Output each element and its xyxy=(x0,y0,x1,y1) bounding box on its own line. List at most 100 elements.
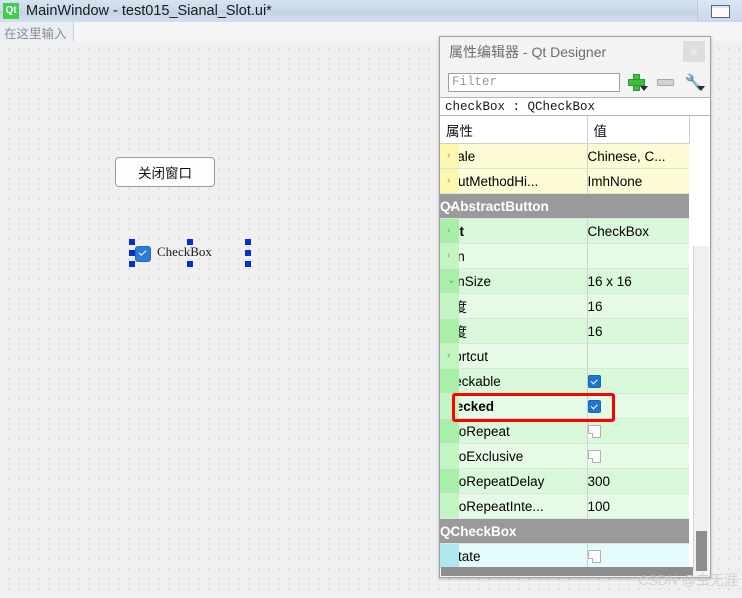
chevron-down-icon[interactable]: ⌄ xyxy=(447,276,455,286)
property-name-cell[interactable]: ⌄ QCheckBox xyxy=(440,518,587,544)
property-row[interactable]: ›localeChinese, C... xyxy=(440,143,689,169)
property-row[interactable]: autoRepeatInte... 100 xyxy=(440,493,689,519)
property-row[interactable]: autoExclusive xyxy=(440,443,689,469)
close-window-pushbutton[interactable]: 关闭窗口 xyxy=(115,157,215,187)
property-name-cell[interactable]: ›icon xyxy=(440,243,588,269)
property-name-cell[interactable]: › inputMethodHi... xyxy=(440,168,588,194)
property-name-cell[interactable]: autoRepeatDelay xyxy=(440,468,588,494)
add-property-button[interactable] xyxy=(625,71,649,93)
restore-window-button[interactable] xyxy=(697,0,742,22)
selection-handle-top-center[interactable] xyxy=(187,239,193,245)
property-value-cell[interactable]: 16 x 16 xyxy=(587,268,689,294)
property-value-cell[interactable] xyxy=(587,418,689,444)
property-table-scrollbar[interactable] xyxy=(693,246,709,571)
configure-view-button[interactable]: 🔧 xyxy=(682,71,706,93)
property-name-cell[interactable]: ›locale xyxy=(440,143,588,169)
property-value-cell[interactable]: CheckBox xyxy=(587,218,689,244)
property-value-label: 16 x 16 xyxy=(587,273,632,289)
chevron-right-icon[interactable]: › xyxy=(447,176,450,186)
checkbox-unchecked-icon[interactable] xyxy=(587,549,601,563)
property-name-cell[interactable]: ⌄ QAbstractButton xyxy=(440,193,587,219)
row-gutter xyxy=(440,444,459,468)
property-row[interactable]: ›textCheckBox xyxy=(440,218,689,244)
chevron-down-icon[interactable]: ⌄ xyxy=(447,201,455,211)
property-row[interactable]: 高度16 xyxy=(440,318,689,344)
checkbox-check-icon[interactable] xyxy=(135,246,151,262)
property-table-container[interactable]: 属性 值 ›localeChinese, C...›inputMethodHi.… xyxy=(440,116,710,571)
property-row[interactable]: ⌄ QAbstractButton xyxy=(440,193,689,219)
remove-property-button[interactable] xyxy=(654,71,678,93)
selection-handle-bottom-center[interactable] xyxy=(187,261,193,267)
selection-handle-middle-right[interactable] xyxy=(245,250,251,256)
chevron-right-icon[interactable]: › xyxy=(447,226,450,236)
property-name-cell[interactable]: 宽度 xyxy=(440,293,588,319)
property-value-cell[interactable]: 16 xyxy=(587,293,689,319)
checkbox-widget[interactable]: CheckBox xyxy=(133,243,245,263)
property-value-cell[interactable] xyxy=(587,443,689,469)
checkbox-checked-icon[interactable] xyxy=(587,374,601,388)
property-value-cell[interactable] xyxy=(587,393,689,419)
selection-handle-bottom-left[interactable] xyxy=(129,261,135,267)
property-row[interactable]: ⌄ iconSize 16 x 16 xyxy=(440,268,689,294)
property-editor-panel: 属性编辑器 - Qt Designer × Filter 🔧 checkBox … xyxy=(439,36,711,578)
property-name-cell[interactable]: tristate xyxy=(440,543,588,569)
property-value-cell[interactable] xyxy=(587,343,689,369)
qt-logo-icon: Qt xyxy=(3,3,19,19)
property-name-cell[interactable]: autoExclusive xyxy=(440,443,588,469)
row-gutter xyxy=(440,419,459,443)
selection-handle-bottom-right[interactable] xyxy=(245,261,251,267)
scrollbar-thumb[interactable] xyxy=(696,531,707,571)
property-name-cell[interactable]: autoRepeat xyxy=(440,418,588,444)
property-value-cell[interactable]: 16 xyxy=(587,318,689,344)
property-row[interactable]: › inputMethodHi... ImhNone xyxy=(440,168,689,194)
checkbox-checked-icon[interactable] xyxy=(587,399,601,413)
property-value-label: 300 xyxy=(587,473,611,489)
property-row[interactable]: 宽度16 xyxy=(440,293,689,319)
chevron-down-icon[interactable]: ⌄ xyxy=(447,526,455,536)
minus-icon xyxy=(657,78,674,86)
checkbox-unchecked-icon[interactable] xyxy=(587,424,601,438)
property-value-label: 16 xyxy=(587,323,603,339)
property-name-cell[interactable]: › shortcut xyxy=(440,343,588,369)
chevron-down-icon xyxy=(697,86,706,91)
row-gutter xyxy=(440,394,459,418)
window-titlebar: Qt MainWindow - test015_Sianal_Slot.ui* xyxy=(0,0,742,23)
property-name-cell[interactable]: ›text xyxy=(440,218,588,244)
property-name-cell[interactable]: checked xyxy=(440,393,588,419)
property-value-label: ImhNone xyxy=(587,173,643,189)
property-row[interactable]: tristate xyxy=(440,543,689,569)
property-name-cell[interactable]: checkable xyxy=(440,368,588,394)
property-name-cell[interactable]: ⌄ iconSize xyxy=(440,268,588,294)
selection-handle-middle-left[interactable] xyxy=(129,250,135,256)
row-gutter xyxy=(440,319,459,343)
close-icon[interactable]: × xyxy=(683,41,705,62)
property-value-cell[interactable]: Chinese, C... xyxy=(587,143,689,169)
property-name-cell[interactable]: 高度 xyxy=(440,318,588,344)
property-value-label: CheckBox xyxy=(587,223,650,239)
property-value-cell[interactable] xyxy=(587,193,689,219)
filter-input[interactable]: Filter xyxy=(448,72,620,92)
property-row[interactable]: autoRepeat xyxy=(440,418,689,444)
chevron-right-icon[interactable]: › xyxy=(447,251,450,261)
property-row[interactable]: ›icon xyxy=(440,243,689,269)
property-value-cell[interactable]: 100 xyxy=(587,493,689,519)
property-value-cell[interactable] xyxy=(587,543,689,569)
row-gutter xyxy=(440,494,459,518)
property-value-cell[interactable] xyxy=(587,518,689,544)
property-value-cell[interactable] xyxy=(587,243,689,269)
property-value-cell[interactable] xyxy=(587,368,689,394)
chevron-right-icon[interactable]: › xyxy=(447,351,450,361)
property-value-cell[interactable]: ImhNone xyxy=(587,168,689,194)
property-value-cell[interactable]: 300 xyxy=(587,468,689,494)
property-row[interactable]: checkable xyxy=(440,368,689,394)
property-row[interactable]: checked xyxy=(440,393,689,419)
restore-icon xyxy=(710,4,730,18)
chevron-right-icon[interactable]: › xyxy=(447,151,450,161)
property-name-cell[interactable]: autoRepeatInte... xyxy=(440,493,588,519)
property-row[interactable]: › shortcut xyxy=(440,343,689,369)
property-row[interactable]: autoRepeatDelay 300 xyxy=(440,468,689,494)
selection-handle-top-left[interactable] xyxy=(129,239,135,245)
property-row[interactable]: ⌄ QCheckBox xyxy=(440,518,689,544)
checkbox-unchecked-icon[interactable] xyxy=(587,449,601,463)
selection-handle-top-right[interactable] xyxy=(245,239,251,245)
